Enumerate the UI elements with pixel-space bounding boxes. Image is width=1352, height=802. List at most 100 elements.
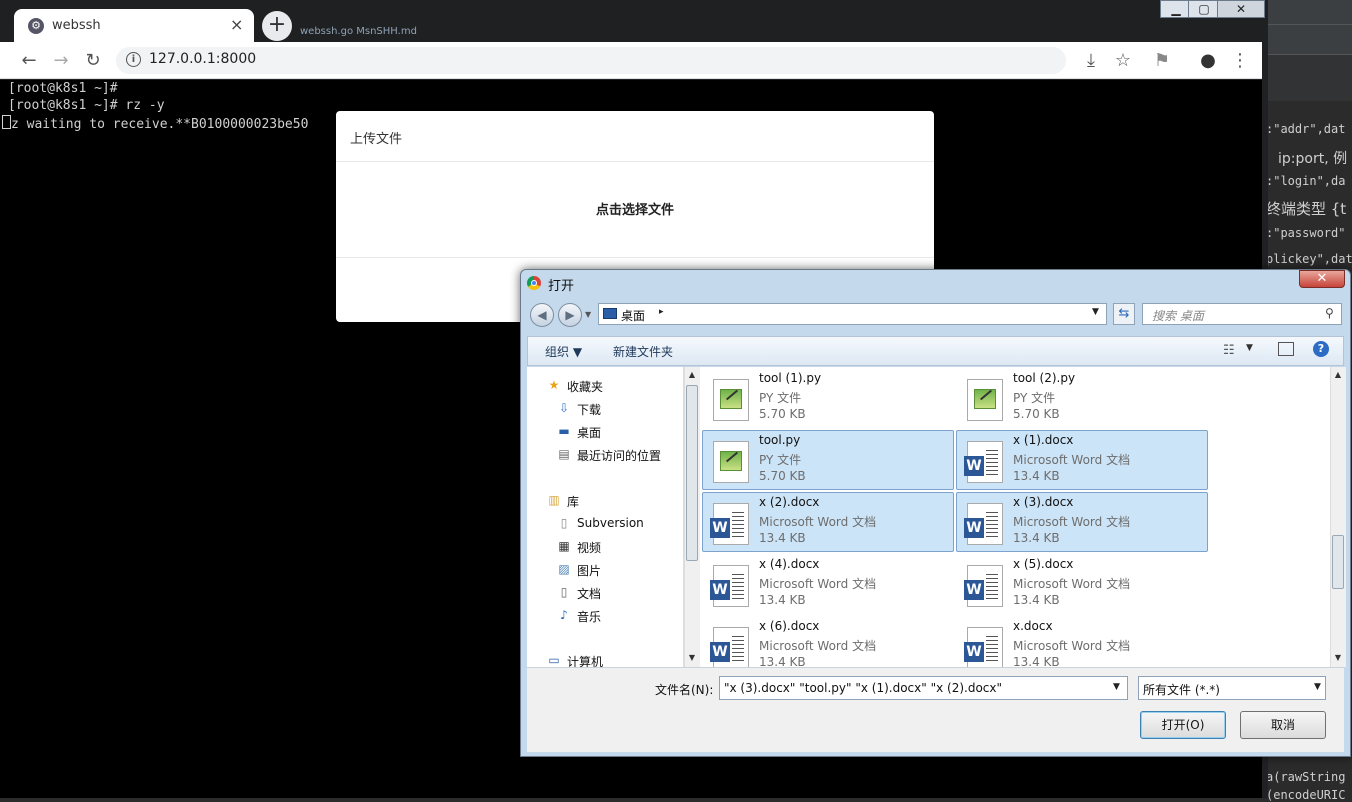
scroll-down-arrow-icon[interactable]: ▼ <box>1331 651 1345 665</box>
file-type: PY 文件 <box>759 453 802 467</box>
nav-item-label: 最近访问的位置 <box>577 449 662 463</box>
open-button[interactable]: 打开(O) <box>1140 711 1226 739</box>
editor-line: plickey",dat <box>1266 252 1352 266</box>
file-item[interactable]: tool (2).py PY 文件 5.70 KB <box>956 368 1208 428</box>
site-info-icon[interactable]: i <box>126 52 141 67</box>
browser-titlebar: ⚙ webssh × + webssh.go MsnSHH.md ▁ ▢ ✕ <box>0 0 1268 43</box>
maximize-button[interactable]: ▢ <box>1188 0 1220 18</box>
editor-line: 终端类型 {t <box>1266 200 1347 218</box>
file-size: 13.4 KB <box>1013 531 1060 545</box>
navigation-scrollbar[interactable]: ▲ ▼ <box>684 367 700 667</box>
libraries-icon: ▥ <box>548 493 560 507</box>
terminal-cursor <box>2 115 11 129</box>
filename-value[interactable]: "x (3).docx" "tool.py" "x (1).docx" "x (… <box>724 681 1002 695</box>
browser-toolbar: ← → ↻ i 127.0.0.1:8000 ⤓ ☆ ⚑ ● ⋮ <box>0 42 1262 79</box>
cancel-button[interactable]: 取消 <box>1240 711 1326 739</box>
python-file-icon <box>967 379 1003 421</box>
word-document-icon: W <box>964 565 1003 607</box>
recent-locations-icon[interactable]: ▼ <box>585 310 591 319</box>
recent-places-icon: ▤ <box>558 447 570 461</box>
file-name: x (1).docx <box>1013 433 1074 447</box>
file-item-selected[interactable]: W x (1).docx Microsoft Word 文档 13.4 KB <box>956 430 1208 490</box>
choose-file-button[interactable]: 点击选择文件 <box>336 199 934 218</box>
file-type-select[interactable]: 所有文件 (*.*) ▼ <box>1138 676 1326 700</box>
nav-item-label: 文档 <box>577 587 602 601</box>
menu-icon[interactable]: ⋮ <box>1229 50 1251 72</box>
location-text[interactable]: 桌面 <box>621 307 645 324</box>
file-item-selected[interactable]: W x (3).docx Microsoft Word 文档 13.4 KB <box>956 492 1208 552</box>
dialog-close-button[interactable]: ✕ <box>1299 270 1345 288</box>
window-close-button[interactable]: ✕ <box>1217 0 1265 18</box>
bookmark-star-icon[interactable]: ☆ <box>1112 50 1134 72</box>
view-dropdown-icon[interactable]: ▼ <box>1246 343 1253 353</box>
file-list: tool (1).py PY 文件 5.70 KB tool (2).py PY… <box>700 367 1330 667</box>
flag-icon[interactable]: ⚑ <box>1151 50 1173 72</box>
nav-item-label: 收藏夹 <box>567 380 604 394</box>
chrome-icon <box>527 276 541 290</box>
subversion-icon: ▯ <box>560 516 568 530</box>
terminal-line: [root@k8s1 ~]# rz -y <box>8 98 165 113</box>
python-file-icon <box>713 441 749 483</box>
back-icon[interactable]: ← <box>18 50 40 72</box>
file-type-value[interactable]: 所有文件 (*.*) <box>1143 681 1220 698</box>
organize-button[interactable]: 组织 ▼ <box>545 343 582 360</box>
browser-tab[interactable]: ⚙ webssh × <box>14 9 254 43</box>
dialog-title: 打开 <box>548 279 575 294</box>
file-type: Microsoft Word 文档 <box>1013 639 1131 653</box>
forward-icon[interactable]: → <box>50 50 72 72</box>
forward-nav-button[interactable]: ▶ <box>558 303 582 327</box>
file-size: 13.4 KB <box>759 593 806 607</box>
file-item-selected[interactable]: W x (2).docx Microsoft Word 文档 13.4 KB <box>702 492 954 552</box>
location-dropdown-icon[interactable]: ▼ <box>1092 307 1099 317</box>
back-nav-button[interactable]: ◀ <box>530 303 554 327</box>
address-bar[interactable]: i 127.0.0.1:8000 <box>116 47 1066 74</box>
word-document-icon: W <box>710 565 749 607</box>
profile-avatar-icon[interactable]: ● <box>1197 50 1219 72</box>
divider <box>336 161 934 162</box>
nav-item-label: Subversion <box>577 516 644 530</box>
file-size: 13.4 KB <box>759 655 806 667</box>
tab-close-icon[interactable]: × <box>230 15 243 34</box>
search-icon[interactable]: ⚲ <box>1325 306 1334 320</box>
file-item-selected[interactable]: tool.py PY 文件 5.70 KB <box>702 430 954 490</box>
view-options-icon[interactable]: ☷ <box>1223 343 1235 358</box>
scroll-up-arrow-icon[interactable]: ▲ <box>685 368 699 382</box>
file-item[interactable]: tool (1).py PY 文件 5.70 KB <box>702 368 954 428</box>
preview-pane-icon[interactable] <box>1278 342 1294 356</box>
reload-icon[interactable]: ↻ <box>82 50 104 72</box>
videos-icon: ▦ <box>558 539 570 553</box>
desktop-icon: ▬ <box>558 424 570 438</box>
file-size: 13.4 KB <box>1013 593 1060 607</box>
file-type-dropdown-icon[interactable]: ▼ <box>1314 682 1321 692</box>
file-item[interactable]: W x.docx Microsoft Word 文档 13.4 KB <box>956 616 1208 667</box>
filename-field[interactable]: "x (3).docx" "tool.py" "x (1).docx" "x (… <box>719 676 1128 700</box>
refresh-button[interactable]: ⇆ <box>1113 303 1135 325</box>
background-editor-titlebar <box>1262 0 1352 24</box>
file-item[interactable]: W x (4).docx Microsoft Word 文档 13.4 KB <box>702 554 954 614</box>
filename-label: 文件名(N): <box>655 683 714 697</box>
download-icon[interactable]: ⤓ <box>1080 50 1102 72</box>
editor-line: :"addr",dat <box>1266 122 1346 136</box>
new-tab-button[interactable]: + <box>262 11 292 41</box>
file-item[interactable]: W x (5).docx Microsoft Word 文档 13.4 KB <box>956 554 1208 614</box>
nav-item-label: 桌面 <box>577 426 602 440</box>
editor-line: (encodeURIC <box>1266 788 1346 802</box>
file-name: x (5).docx <box>1013 557 1074 571</box>
new-folder-button[interactable]: 新建文件夹 <box>613 343 673 360</box>
scrollbar-thumb[interactable] <box>686 385 698 561</box>
desktop-icon <box>603 308 617 319</box>
url-text[interactable]: 127.0.0.1:8000 <box>149 51 256 67</box>
help-icon[interactable]: ? <box>1313 341 1329 357</box>
filename-dropdown-icon[interactable]: ▼ <box>1113 682 1120 692</box>
search-input[interactable]: 搜索 桌面 ⚲ <box>1142 303 1342 325</box>
file-list-scrollbar[interactable]: ▲ ▼ <box>1330 367 1346 667</box>
file-item[interactable]: W x (6).docx Microsoft Word 文档 13.4 KB <box>702 616 954 667</box>
search-placeholder: 搜索 桌面 <box>1152 309 1204 323</box>
nav-item-label: 视频 <box>577 541 602 555</box>
scroll-down-arrow-icon[interactable]: ▼ <box>685 651 699 665</box>
breadcrumb-arrow-icon[interactable]: ▸ <box>659 307 664 317</box>
location-bar[interactable]: 桌面 ▸ ▼ <box>598 303 1107 325</box>
scroll-up-arrow-icon[interactable]: ▲ <box>1331 368 1345 382</box>
scrollbar-thumb[interactable] <box>1332 535 1344 589</box>
word-document-icon: W <box>710 503 749 545</box>
